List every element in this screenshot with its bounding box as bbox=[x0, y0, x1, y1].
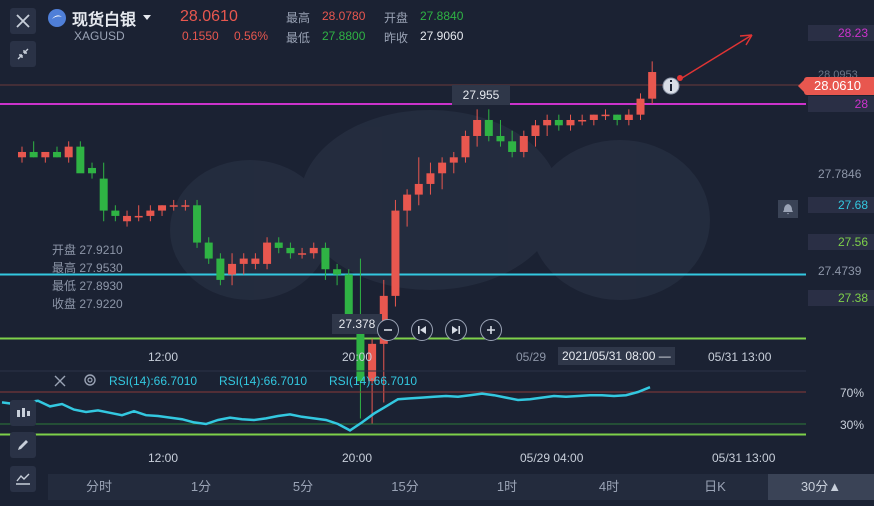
candle bbox=[41, 151, 50, 163]
candle bbox=[391, 199, 400, 307]
rsi-time-label-3: 05/29 04:00 bbox=[520, 451, 584, 465]
candle bbox=[356, 258, 365, 419]
candle bbox=[134, 205, 143, 222]
gear-icon bbox=[84, 374, 96, 386]
ohlc-high: 最高 27.9530 bbox=[52, 261, 123, 275]
scroll-end-button[interactable] bbox=[445, 319, 467, 341]
crosshair-date-tooltip: 2021/05/31 08:00 — bbox=[558, 347, 675, 365]
indicator-button[interactable] bbox=[10, 400, 36, 426]
tab-5min[interactable]: 5分 bbox=[252, 474, 354, 500]
candle bbox=[589, 114, 598, 126]
candle bbox=[111, 205, 120, 222]
info-icon[interactable] bbox=[662, 77, 680, 95]
crosshair-low-tooltip: 27.378 bbox=[332, 314, 382, 334]
close-icon bbox=[54, 375, 66, 387]
time-label-3: 05/29 bbox=[516, 350, 547, 364]
candle bbox=[76, 141, 85, 174]
current-price-value: 28.0610 bbox=[814, 78, 861, 93]
hline-tag-27-56[interactable]: 27.56 bbox=[808, 234, 874, 250]
rsi-settings-button[interactable] bbox=[83, 373, 99, 389]
plus-icon bbox=[487, 326, 495, 334]
hline-tag-27-38[interactable]: 27.38 bbox=[808, 290, 874, 306]
rsi-level-high: 70% bbox=[840, 386, 865, 400]
skip-back-icon bbox=[418, 326, 426, 334]
crosshair-price-tooltip: 27.955 bbox=[452, 85, 510, 105]
candle bbox=[648, 61, 657, 104]
candle bbox=[333, 263, 342, 286]
candle bbox=[158, 205, 167, 216]
pencil-icon bbox=[18, 440, 28, 450]
candle bbox=[578, 114, 587, 126]
tab-fenshi[interactable]: 分时 bbox=[48, 474, 150, 500]
tab-1hour[interactable]: 1时 bbox=[456, 474, 558, 500]
annotation-arrow[interactable] bbox=[677, 34, 753, 81]
zoom-out-button[interactable] bbox=[377, 319, 399, 341]
tab-30min[interactable]: 30分▲ bbox=[768, 474, 874, 500]
rsi-time-label-4: 05/31 13:00 bbox=[712, 451, 776, 465]
candlestick-icon bbox=[17, 408, 30, 417]
hline-tag-28[interactable]: 28 bbox=[808, 96, 874, 112]
rsi-label-2: RSI(14):66.7010 bbox=[219, 374, 308, 388]
candle bbox=[543, 114, 552, 136]
rsi-time-label-2: 20:00 bbox=[342, 451, 373, 465]
time-label-2: 20:00 bbox=[342, 350, 373, 364]
price-chart[interactable] bbox=[0, 0, 874, 506]
candle bbox=[624, 109, 633, 126]
tab-1min[interactable]: 1分 bbox=[150, 474, 252, 500]
axis-tick-mid: 27.7846 bbox=[818, 167, 862, 181]
zoom-in-button[interactable] bbox=[480, 319, 502, 341]
hline-tag-27-68[interactable]: 27.68 bbox=[808, 197, 874, 213]
draw-button[interactable] bbox=[10, 432, 36, 458]
rsi-time-label-1: 12:00 bbox=[148, 451, 179, 465]
skip-forward-icon bbox=[452, 326, 460, 334]
tab-4hour[interactable]: 4时 bbox=[558, 474, 660, 500]
bell-icon bbox=[783, 204, 793, 215]
rsi-label-3: RSI(14):66.7010 bbox=[329, 374, 418, 388]
rsi-close-button[interactable] bbox=[54, 374, 68, 388]
chart-type-button[interactable] bbox=[10, 466, 36, 492]
candle bbox=[601, 109, 610, 120]
line-chart-icon bbox=[16, 473, 30, 485]
candle bbox=[636, 93, 645, 120]
ohlc-low: 最低 27.8930 bbox=[52, 279, 123, 293]
scroll-start-button[interactable] bbox=[411, 319, 433, 341]
candle bbox=[53, 146, 62, 158]
rsi-level-low: 30% bbox=[840, 418, 865, 432]
time-label-1: 12:00 bbox=[148, 350, 179, 364]
tab-daily[interactable]: 日K bbox=[660, 474, 770, 500]
candle bbox=[146, 205, 155, 222]
candle bbox=[193, 199, 202, 248]
current-price-tag[interactable]: 28.0610 bbox=[798, 77, 874, 95]
candle bbox=[88, 162, 97, 179]
ohlc-close: 收盘 27.9220 bbox=[52, 297, 123, 311]
time-label-4: 05/31 13:00 bbox=[708, 350, 772, 364]
candle bbox=[29, 141, 38, 158]
tab-15min[interactable]: 15分 bbox=[354, 474, 456, 500]
axis-tick-low: 27.4739 bbox=[818, 264, 862, 278]
hline-tag-28-23[interactable]: 28.23 bbox=[808, 25, 874, 41]
period-tabbar: 分时 1分 5分 15分 1时 4时 日K 30分▲ bbox=[48, 474, 874, 500]
candle bbox=[123, 210, 132, 227]
candle bbox=[566, 114, 575, 131]
rsi-label-1: RSI(14):66.7010 bbox=[109, 374, 198, 388]
candle bbox=[64, 141, 73, 163]
candle bbox=[18, 146, 26, 163]
ohlc-open: 开盘 27.9210 bbox=[52, 243, 123, 257]
candle bbox=[531, 119, 540, 147]
candle bbox=[99, 162, 108, 222]
candle bbox=[554, 114, 563, 131]
minus-icon bbox=[384, 329, 392, 331]
alert-button[interactable] bbox=[778, 200, 798, 218]
candle bbox=[613, 114, 622, 126]
